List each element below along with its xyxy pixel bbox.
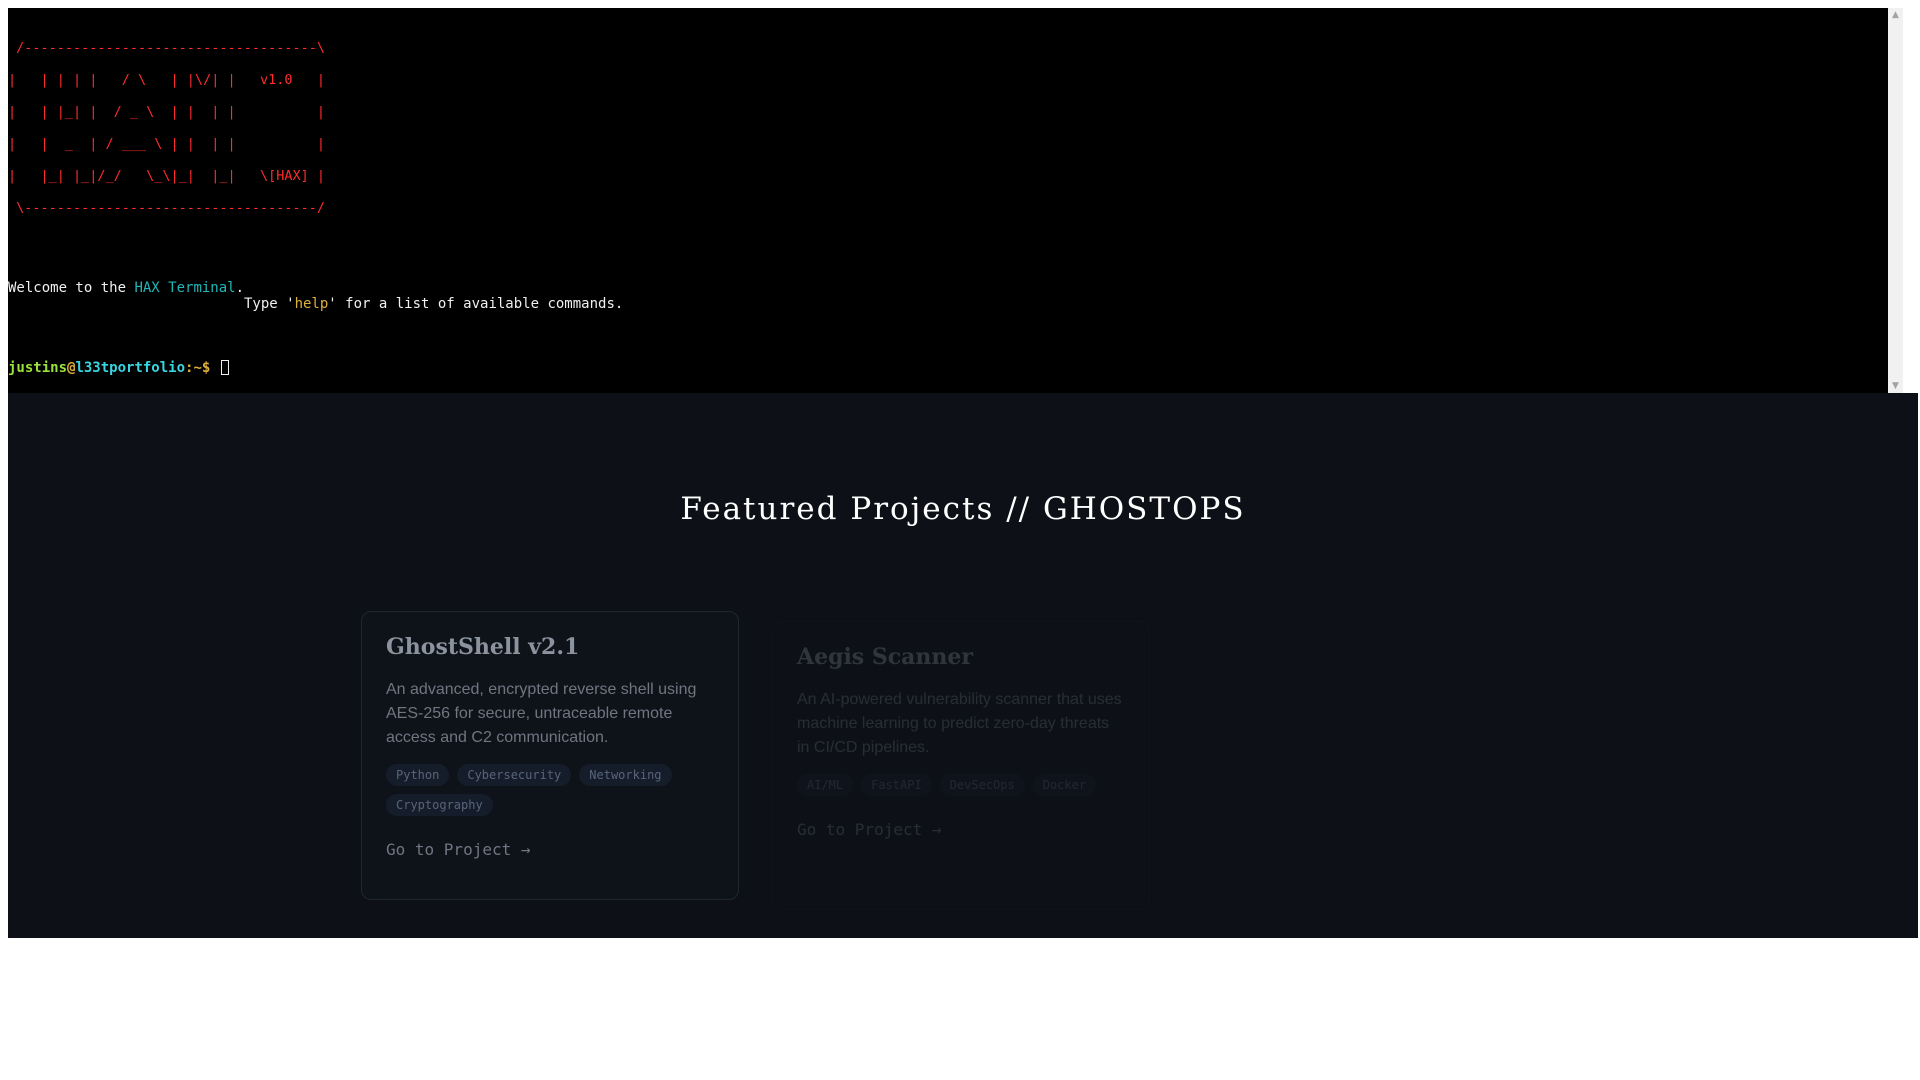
card-description: An AI-powered vulnerability scanner that… bbox=[797, 691, 1122, 756]
card-description: An advanced, encrypted reverse shell usi… bbox=[386, 681, 697, 746]
welcome-suffix: . bbox=[235, 280, 245, 296]
prompt-user: justins bbox=[8, 360, 68, 376]
terminal-prompt[interactable]: justins@l33tportfolio:~$ bbox=[8, 360, 229, 376]
tag: DevSecOps bbox=[939, 774, 1025, 796]
welcome-line: Welcome to the HAX Terminal. bbox=[8, 280, 244, 296]
help-suffix: ' for a list of available commands. bbox=[328, 296, 624, 312]
card-title: GhostShell v2.1 bbox=[386, 634, 580, 660]
terminal[interactable]: /------------------------------------\ |… bbox=[8, 8, 1903, 393]
tag: Cryptography bbox=[386, 794, 493, 816]
tag: FastAPI bbox=[861, 774, 932, 796]
prompt-path: :~$ bbox=[185, 360, 211, 376]
tag: Docker bbox=[1032, 774, 1097, 796]
project-card-aegis[interactable]: Aegis Scanner An AI-powered vulnerabilit… bbox=[772, 621, 1150, 910]
go-to-project-link[interactable]: Go to Project → bbox=[386, 840, 531, 859]
terminal-scrollbar[interactable]: ▲ ▼ bbox=[1888, 8, 1903, 393]
card-tags: Python Cybersecurity Networking Cryptogr… bbox=[386, 764, 714, 816]
ascii-banner: /------------------------------------\ |… bbox=[8, 40, 325, 216]
tag: Python bbox=[386, 764, 450, 786]
scroll-down-arrow-icon[interactable]: ▼ bbox=[1888, 379, 1903, 393]
card-tags: AI/ML FastAPI DevSecOps Docker bbox=[797, 774, 1125, 796]
card-title: Aegis Scanner bbox=[797, 644, 973, 670]
go-to-project-link[interactable]: Go to Project → bbox=[797, 820, 942, 839]
help-command: help bbox=[294, 296, 329, 312]
projects-section: Featured Projects // GHOSTOPS GhostShell… bbox=[8, 393, 1918, 938]
tag: Cybersecurity bbox=[457, 764, 572, 786]
prompt-host: l33tportfolio bbox=[75, 360, 186, 376]
scroll-up-arrow-icon[interactable]: ▲ bbox=[1888, 8, 1903, 22]
welcome-accent: HAX Terminal bbox=[134, 280, 236, 296]
tag: Networking bbox=[579, 764, 672, 786]
welcome-prefix: Welcome to the bbox=[8, 280, 135, 296]
terminal-cursor[interactable] bbox=[220, 360, 229, 375]
project-card-ghostshell[interactable]: GhostShell v2.1 An advanced, encrypted r… bbox=[361, 611, 739, 900]
page: /------------------------------------\ |… bbox=[8, 8, 1918, 938]
tag: AI/ML bbox=[797, 774, 854, 796]
help-prefix: Type ' bbox=[244, 296, 295, 312]
section-title: Featured Projects // GHOSTOPS bbox=[680, 491, 1246, 527]
help-line: Type 'help' for a list of available comm… bbox=[244, 296, 623, 312]
